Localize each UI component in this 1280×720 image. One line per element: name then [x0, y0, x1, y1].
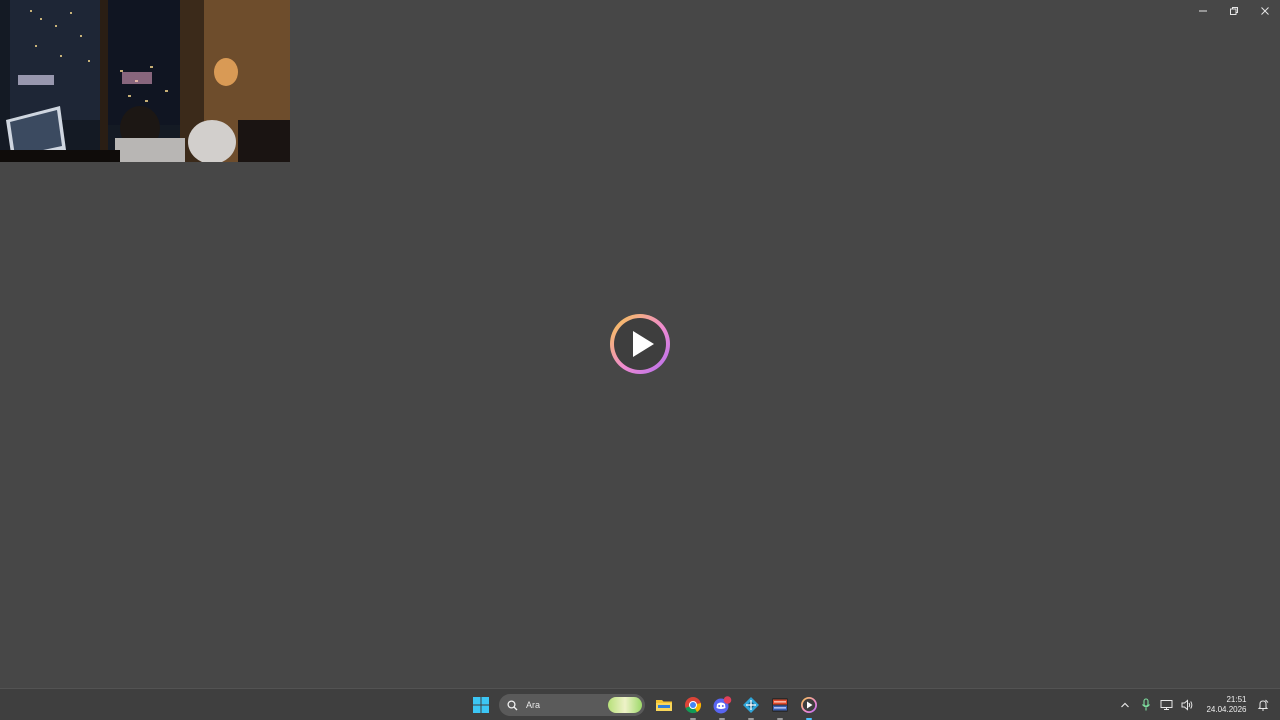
search-icon [507, 699, 518, 710]
discord-button[interactable] [711, 694, 733, 720]
taskbar-apps: Ara [466, 689, 823, 720]
clock-date: 24.04.2026 [1206, 705, 1247, 714]
search-placeholder: Ara [526, 700, 541, 710]
system-tray: 21:51 24.04.2026 [1114, 689, 1280, 720]
network-icon [1160, 700, 1173, 710]
show-hidden-icons-button[interactable] [1116, 696, 1134, 714]
voicemeeter-icon [771, 698, 788, 712]
volume-button[interactable] [1179, 696, 1197, 714]
app-button[interactable] [740, 694, 762, 720]
start-icon [472, 697, 489, 713]
discord-icon [713, 696, 731, 714]
taskbar: Ara 21:51 24.04.2026 [0, 688, 1280, 720]
clock-time: 21:51 [1226, 695, 1247, 704]
search-highlight-image [608, 697, 642, 713]
close-icon [1260, 7, 1269, 15]
play-icon [610, 314, 670, 374]
webcam-overlay [0, 0, 290, 162]
media-player-button[interactable] [798, 694, 820, 720]
speaker-icon [1181, 699, 1193, 711]
minimize-icon [1198, 10, 1207, 12]
desktop: Ara 21:51 24.04.2026 [0, 0, 1280, 720]
close-button[interactable] [1249, 0, 1280, 22]
media-player-icon [800, 697, 817, 713]
network-button[interactable] [1158, 696, 1176, 714]
restore-button[interactable] [1218, 0, 1249, 22]
search-box[interactable]: Ara [499, 694, 645, 716]
voicemeeter-button[interactable] [769, 694, 791, 720]
microphone-button[interactable] [1137, 696, 1155, 714]
chrome-button[interactable] [682, 694, 704, 720]
restore-icon [1229, 7, 1238, 15]
notification-bell-icon [1257, 699, 1269, 711]
file-explorer-button[interactable] [653, 694, 675, 716]
folder-icon [655, 700, 672, 711]
clock[interactable]: 21:51 24.04.2026 [1206, 695, 1246, 715]
chrome-icon [684, 697, 701, 714]
notification-button[interactable] [1254, 696, 1272, 714]
chevron-up-icon [1121, 702, 1129, 708]
start-button[interactable] [470, 694, 492, 716]
play-button[interactable] [607, 311, 673, 377]
app-blue-icon [742, 697, 759, 713]
window-controls [1187, 0, 1280, 22]
microphone-icon [1142, 698, 1150, 711]
minimize-button[interactable] [1187, 0, 1218, 22]
